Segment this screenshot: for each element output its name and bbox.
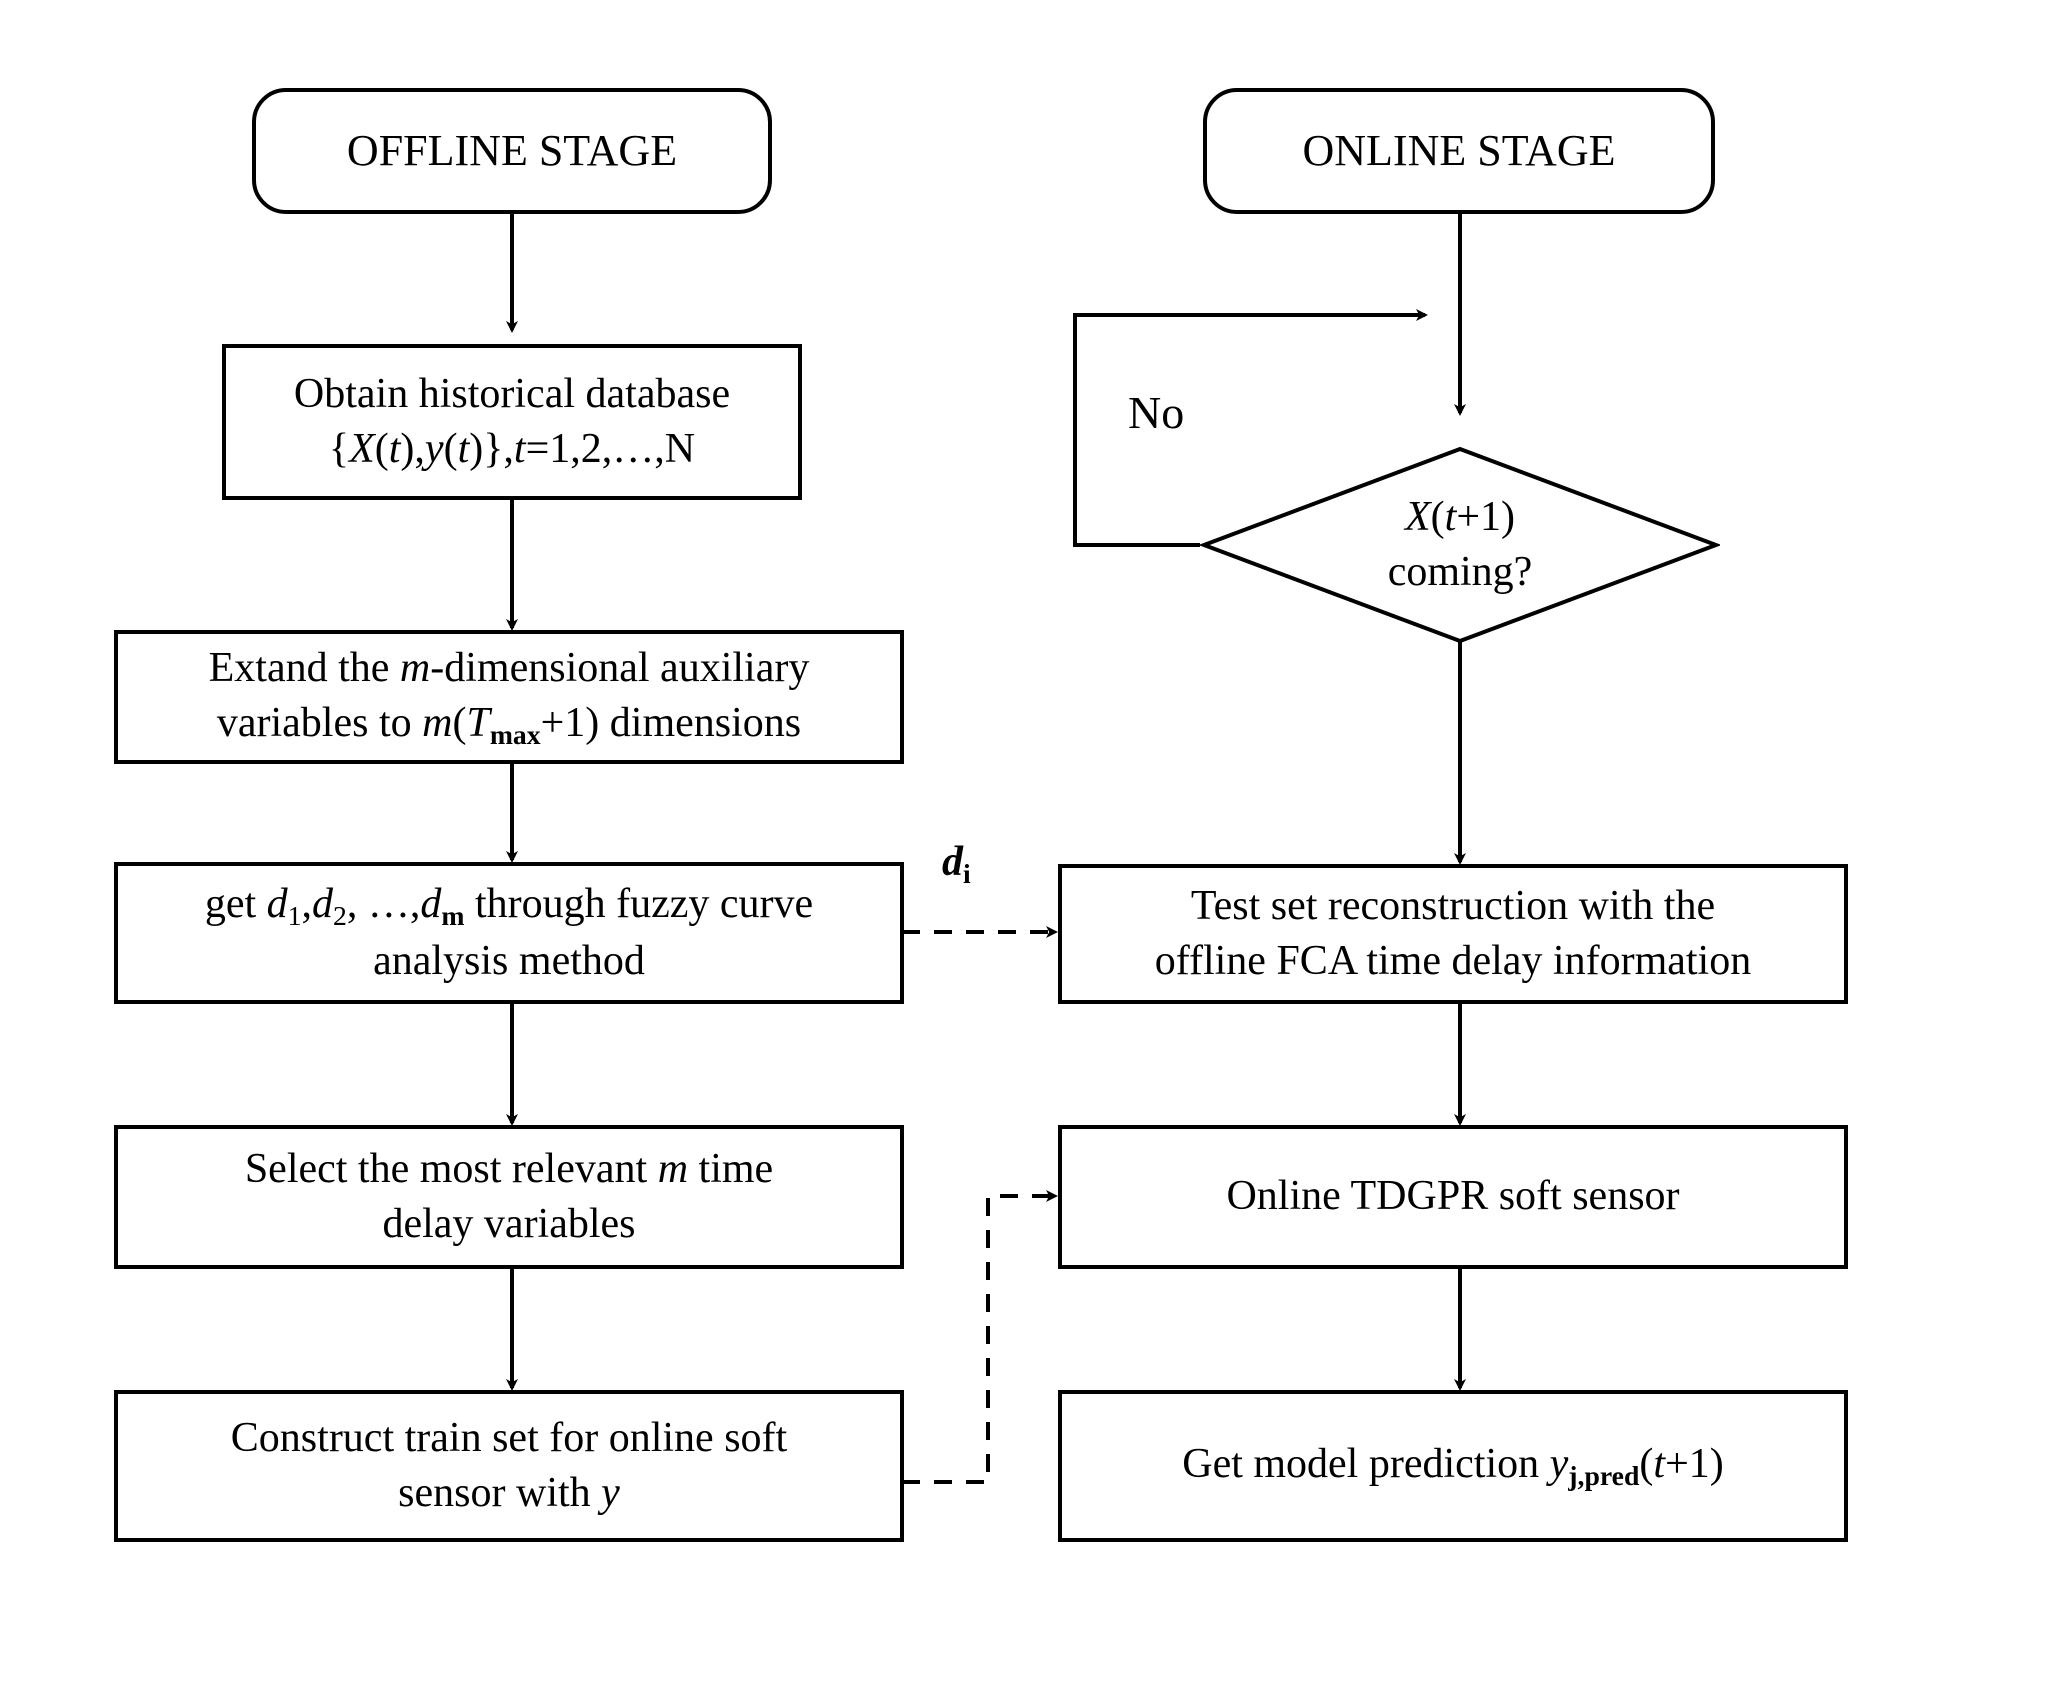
step-online-tdgpr-soft-sensor-label: Online TDGPR soft sensor bbox=[1226, 1173, 1680, 1220]
step-test-set-reconstruction-label: Test set reconstruction with the offline … bbox=[1154, 882, 1752, 984]
di-edge-label: di bbox=[942, 839, 971, 889]
decision-label: X(t+1) coming? bbox=[1387, 494, 1533, 595]
step-construct-train-set-label: Construct train set for online soft senso… bbox=[230, 1414, 788, 1516]
flowchart-canvas: OFFLINE STAGE Obtain historical database… bbox=[0, 0, 2063, 1682]
offline-stage-label: OFFLINE STAGE bbox=[346, 125, 678, 175]
step-get-model-prediction-label: Get model prediction yj,pred(t+1) bbox=[1182, 1441, 1724, 1492]
offline-stage-terminator[interactable]: OFFLINE STAGE bbox=[252, 88, 772, 214]
step-fuzzy-curve-analysis[interactable]: get d1,d2, …,dm through fuzzy curve analy… bbox=[114, 862, 904, 1004]
step-extand-dimensions[interactable]: Extand the m-dimensional auxiliary variab… bbox=[114, 630, 904, 764]
step-construct-train-set[interactable]: Construct train set for online soft senso… bbox=[114, 1390, 904, 1542]
step-online-tdgpr-soft-sensor[interactable]: Online TDGPR soft sensor bbox=[1058, 1125, 1848, 1269]
online-stage-terminator[interactable]: ONLINE STAGE bbox=[1203, 88, 1715, 214]
step-fuzzy-curve-analysis-label: get d1,d2, …,dm through fuzzy curve analy… bbox=[204, 880, 814, 984]
edge-train-set-to-tdgpr bbox=[902, 1190, 1058, 1484]
step-test-set-reconstruction[interactable]: Test set reconstruction with the offline … bbox=[1058, 864, 1848, 1004]
step-obtain-historical-database-label: Obtain historical database {X(t),y(t)},t=… bbox=[293, 370, 731, 472]
online-stage-label: ONLINE STAGE bbox=[1302, 125, 1616, 175]
no-branch-label: No bbox=[1128, 387, 1185, 438]
step-obtain-historical-database[interactable]: Obtain historical database {X(t),y(t)},t=… bbox=[222, 344, 802, 500]
step-get-model-prediction[interactable]: Get model prediction yj,pred(t+1) bbox=[1058, 1390, 1848, 1542]
step-select-relevant-time-delay[interactable]: Select the most relevant m time delay var… bbox=[114, 1125, 904, 1269]
step-select-relevant-time-delay-label: Select the most relevant m time delay var… bbox=[244, 1145, 774, 1247]
decision-x-t-plus-1-coming[interactable]: X(t+1) coming? bbox=[1198, 445, 1722, 645]
step-extand-dimensions-label: Extand the m-dimensional auxiliary variab… bbox=[208, 644, 810, 750]
